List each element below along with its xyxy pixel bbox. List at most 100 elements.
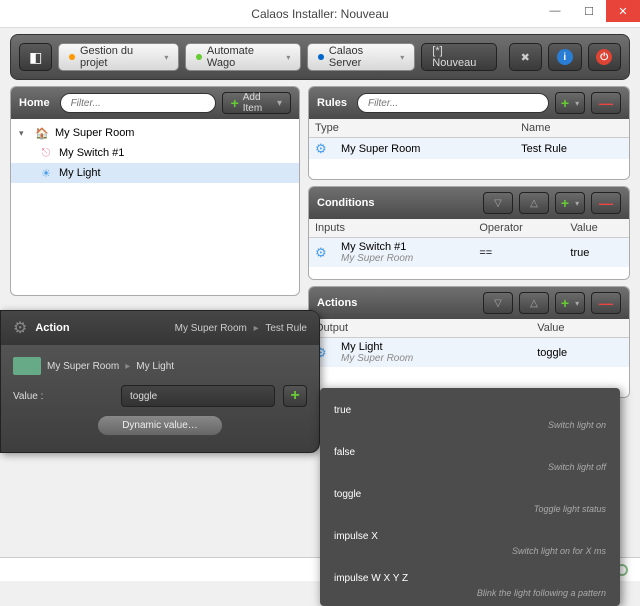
tree-light[interactable]: ☀ My Light <box>11 163 299 183</box>
rules-filter-input[interactable] <box>357 93 549 113</box>
actions-row[interactable]: ⚙ My Light My Super Room toggle <box>309 338 629 368</box>
conditions-panel: Conditions ▽ △ +▾ — Inputs Operator Valu… <box>308 186 630 280</box>
rules-panel: Rules +▾ — Type Name ⚙ My Super Room Tes… <box>308 86 630 180</box>
action-editor-popup: ⚙ Action My Super Room ▸ Test Rule My Su… <box>0 310 320 453</box>
main-toolbar: ◧ Gestion du projet ▾ Automate Wago ▾ Ca… <box>10 34 630 80</box>
server-menu-button[interactable]: Calaos Server ▾ <box>307 43 415 71</box>
dropdown-item-label: toggle <box>334 489 361 500</box>
tree-switch[interactable]: ⎋ My Switch #1 <box>11 143 299 163</box>
conditions-col-value: Value <box>564 219 629 238</box>
power-button[interactable]: ⏻ <box>588 43 621 71</box>
chevron-right-icon: ▸ <box>125 361 130 372</box>
pencil-icon <box>69 54 74 60</box>
rules-row-name: Test Rule <box>515 138 629 160</box>
tools-button[interactable]: ✖ <box>509 43 542 71</box>
home-filter-input[interactable] <box>60 93 216 113</box>
rules-table: Type Name ⚙ My Super Room Test Rule <box>309 119 629 159</box>
dropdown-item-desc: Switch light on <box>334 420 606 430</box>
tab-label: [*] Nouveau <box>432 45 485 69</box>
arrow-up-icon: △ <box>530 298 538 309</box>
wago-menu-label: Automate Wago <box>207 45 279 69</box>
info-button[interactable]: i <box>548 43 581 71</box>
window-close-button[interactable]: ✕ <box>606 0 640 22</box>
dropdown-item-desc: Switch light off <box>334 462 606 472</box>
actions-panel-title: Actions <box>317 297 357 309</box>
breadcrumb-rule: Test Rule <box>265 323 307 334</box>
dropdown-item-label: impulse W X Y Z <box>334 573 408 584</box>
conditions-panel-title: Conditions <box>317 197 374 209</box>
wrench-icon: ✖ <box>521 51 530 64</box>
conditions-add-button[interactable]: +▾ <box>555 192 585 214</box>
project-menu-button[interactable]: Gestion du projet ▾ <box>58 43 179 71</box>
add-item-button[interactable]: + Add Item ▾ <box>222 92 291 114</box>
conditions-remove-button[interactable]: — <box>591 192 621 214</box>
value-input[interactable] <box>121 385 275 407</box>
chevron-down-icon: ▾ <box>286 53 290 62</box>
arrow-up-icon: △ <box>530 198 538 209</box>
rules-row-type: My Super Room <box>335 138 515 160</box>
tree-switch-label: My Switch #1 <box>59 147 124 159</box>
wago-menu-button[interactable]: Automate Wago ▾ <box>185 43 301 71</box>
chevron-down-icon: ▾ <box>575 299 579 308</box>
dropdown-item-impulse-x[interactable]: impulse X Switch light on for X ms <box>320 518 620 560</box>
home-tree: ▾ 🏠 My Super Room ⎋ My Switch #1 ☀ My Li… <box>11 119 299 187</box>
calaos-logo-icon: ◧ <box>29 49 42 66</box>
actions-table: Output Value ⚙ My Light My Super Room to… <box>309 319 629 367</box>
minus-icon: — <box>599 295 613 311</box>
plus-icon: + <box>231 95 239 111</box>
tab-nouveau[interactable]: [*] Nouveau <box>421 43 496 71</box>
dropdown-item-label: false <box>334 447 355 458</box>
dropdown-item-label: impulse X <box>334 531 378 542</box>
action-path-row: My Super Room ▸ My Light <box>13 357 307 375</box>
dropdown-item-desc: Blink the light following a pattern <box>334 588 606 598</box>
conditions-row-input: My Switch #1 <box>341 241 406 253</box>
actions-row-room: My Super Room <box>341 353 525 364</box>
chevron-right-icon: ▸ <box>254 323 259 334</box>
dropdown-item-desc: Switch light on for X ms <box>334 546 606 556</box>
actions-add-button[interactable]: +▾ <box>555 292 585 314</box>
dropdown-item-toggle[interactable]: toggle Toggle light status <box>320 476 620 518</box>
dropdown-item-desc: Toggle light status <box>334 504 606 514</box>
actions-down-button[interactable]: ▽ <box>483 292 513 314</box>
gear-icon: ⚙ <box>315 245 329 259</box>
conditions-row[interactable]: ⚙ My Switch #1 My Super Room == true <box>309 238 629 268</box>
plus-icon: + <box>561 195 569 211</box>
app-logo-button[interactable]: ◧ <box>19 43 52 71</box>
value-dropdown-menu: true Switch light on false Switch light … <box>320 388 620 606</box>
server-menu-label: Calaos Server <box>329 45 392 69</box>
dynamic-value-button[interactable]: Dynamic value… <box>97 415 223 436</box>
window-minimize-button[interactable]: — <box>538 0 572 22</box>
chevron-down-icon: ▾ <box>277 98 282 109</box>
plus-icon: + <box>290 387 299 405</box>
rules-add-button[interactable]: +▾ <box>555 92 585 114</box>
conditions-up-button[interactable]: △ <box>519 192 549 214</box>
light-icon: ☀ <box>39 166 53 180</box>
dropdown-item-false[interactable]: false Switch light off <box>320 434 620 476</box>
breadcrumb-room: My Super Room <box>175 323 247 334</box>
collapse-icon[interactable]: ▾ <box>19 128 29 139</box>
dropdown-item-impulse-wxyz[interactable]: impulse W X Y Z Blink the light followin… <box>320 560 620 602</box>
home-panel: Home + Add Item ▾ ▾ 🏠 My Super Room ⎋ My… <box>10 86 300 296</box>
dropdown-item-true[interactable]: true Switch light on <box>320 392 620 434</box>
gear-icon: ⚙ <box>315 141 329 155</box>
gear-icon: ⚙ <box>13 318 27 338</box>
value-add-button[interactable]: + <box>283 385 307 407</box>
rules-row[interactable]: ⚙ My Super Room Test Rule <box>309 138 629 160</box>
rules-col-type: Type <box>309 119 515 138</box>
arrow-down-icon: ▽ <box>494 198 502 209</box>
chevron-down-icon: ▾ <box>400 53 404 62</box>
actions-up-button[interactable]: △ <box>519 292 549 314</box>
window-maximize-button[interactable]: ☐ <box>572 0 606 22</box>
actions-col-value: Value <box>531 319 629 338</box>
actions-row-val: toggle <box>531 338 629 368</box>
conditions-row-room: My Super Room <box>341 253 467 264</box>
conditions-col-inputs: Inputs <box>309 219 473 238</box>
actions-col-output: Output <box>309 319 531 338</box>
room-thumb-icon <box>13 357 41 375</box>
actions-remove-button[interactable]: — <box>591 292 621 314</box>
tree-room[interactable]: ▾ 🏠 My Super Room <box>11 123 299 143</box>
conditions-down-button[interactable]: ▽ <box>483 192 513 214</box>
rules-panel-title: Rules <box>317 97 347 109</box>
actions-panel: Actions ▽ △ +▾ — Output Value ⚙ My Light <box>308 286 630 398</box>
rules-remove-button[interactable]: — <box>591 92 621 114</box>
